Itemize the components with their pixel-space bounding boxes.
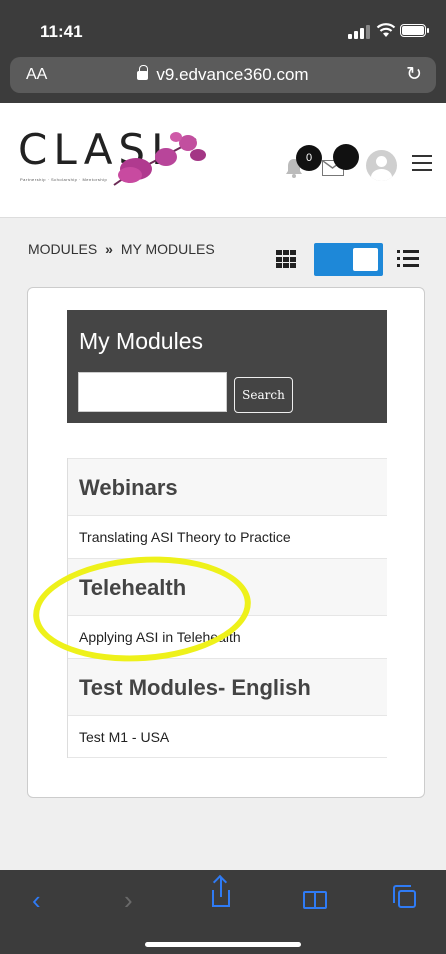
mail-badge (333, 144, 359, 170)
notification-badge: 0 (296, 145, 322, 171)
search-input[interactable] (78, 372, 227, 412)
search-panel-title: My Modules (79, 328, 203, 354)
bookmarks-icon[interactable] (303, 891, 327, 909)
breadcrumb-modules[interactable]: MODULES (28, 241, 97, 257)
browser-bottom-bar: ‹ › (0, 870, 446, 954)
back-icon[interactable]: ‹ (32, 885, 41, 916)
phone-screen: 11:41 AA v9.edvance360.com ↻ CLASI Partn… (0, 0, 446, 954)
status-time: 11:41 (40, 22, 83, 41)
site-header: CLASI Partnership · Scholarship · Mentor… (0, 103, 446, 218)
breadcrumb-separator: » (105, 241, 113, 257)
search-panel: My Modules Search (67, 310, 387, 423)
browser-top-chrome: 11:41 AA v9.edvance360.com ↻ (0, 0, 446, 103)
url-bar[interactable]: AA v9.edvance360.com ↻ (10, 57, 436, 93)
home-indicator (145, 942, 301, 947)
breadcrumb: MODULES » MY MODULES (28, 241, 215, 257)
wifi-icon (376, 23, 396, 37)
search-button[interactable]: Search (234, 377, 293, 413)
grid-view-icon[interactable] (276, 250, 296, 269)
url-text[interactable]: v9.edvance360.com (156, 65, 308, 84)
logo-tagline: Partnership · Scholarship · Mentorship (20, 177, 108, 182)
status-icons (348, 23, 429, 39)
magnolia-flower-icon (113, 132, 206, 186)
signal-bar-icon (360, 28, 364, 39)
avatar[interactable] (366, 150, 397, 181)
signal-bar-icon (366, 25, 370, 39)
modules-card: My Modules Search Webinars Translating A… (27, 287, 425, 798)
signal-bar-icon (354, 31, 358, 39)
list-view-icon[interactable] (397, 250, 419, 268)
group-heading-webinars: Webinars (68, 458, 387, 515)
toggle-knob (353, 248, 378, 271)
reload-icon[interactable]: ↻ (406, 63, 422, 86)
lock-icon (137, 65, 149, 80)
tabs-icon[interactable] (393, 885, 416, 908)
group-heading-test-modules: Test Modules- English (68, 658, 387, 715)
view-toggle[interactable] (314, 243, 383, 276)
module-link[interactable]: Translating ASI Theory to Practice (68, 515, 387, 558)
forward-icon[interactable]: › (124, 885, 133, 916)
share-icon[interactable] (212, 878, 230, 907)
battery-icon (400, 24, 429, 37)
hamburger-menu-icon[interactable] (412, 155, 432, 171)
module-link[interactable]: Test M1 - USA (68, 715, 387, 758)
signal-bar-icon (348, 34, 352, 39)
breadcrumb-my-modules[interactable]: MY MODULES (121, 241, 215, 257)
clasi-logo[interactable]: CLASI Partnership · Scholarship · Mentor… (18, 125, 218, 195)
